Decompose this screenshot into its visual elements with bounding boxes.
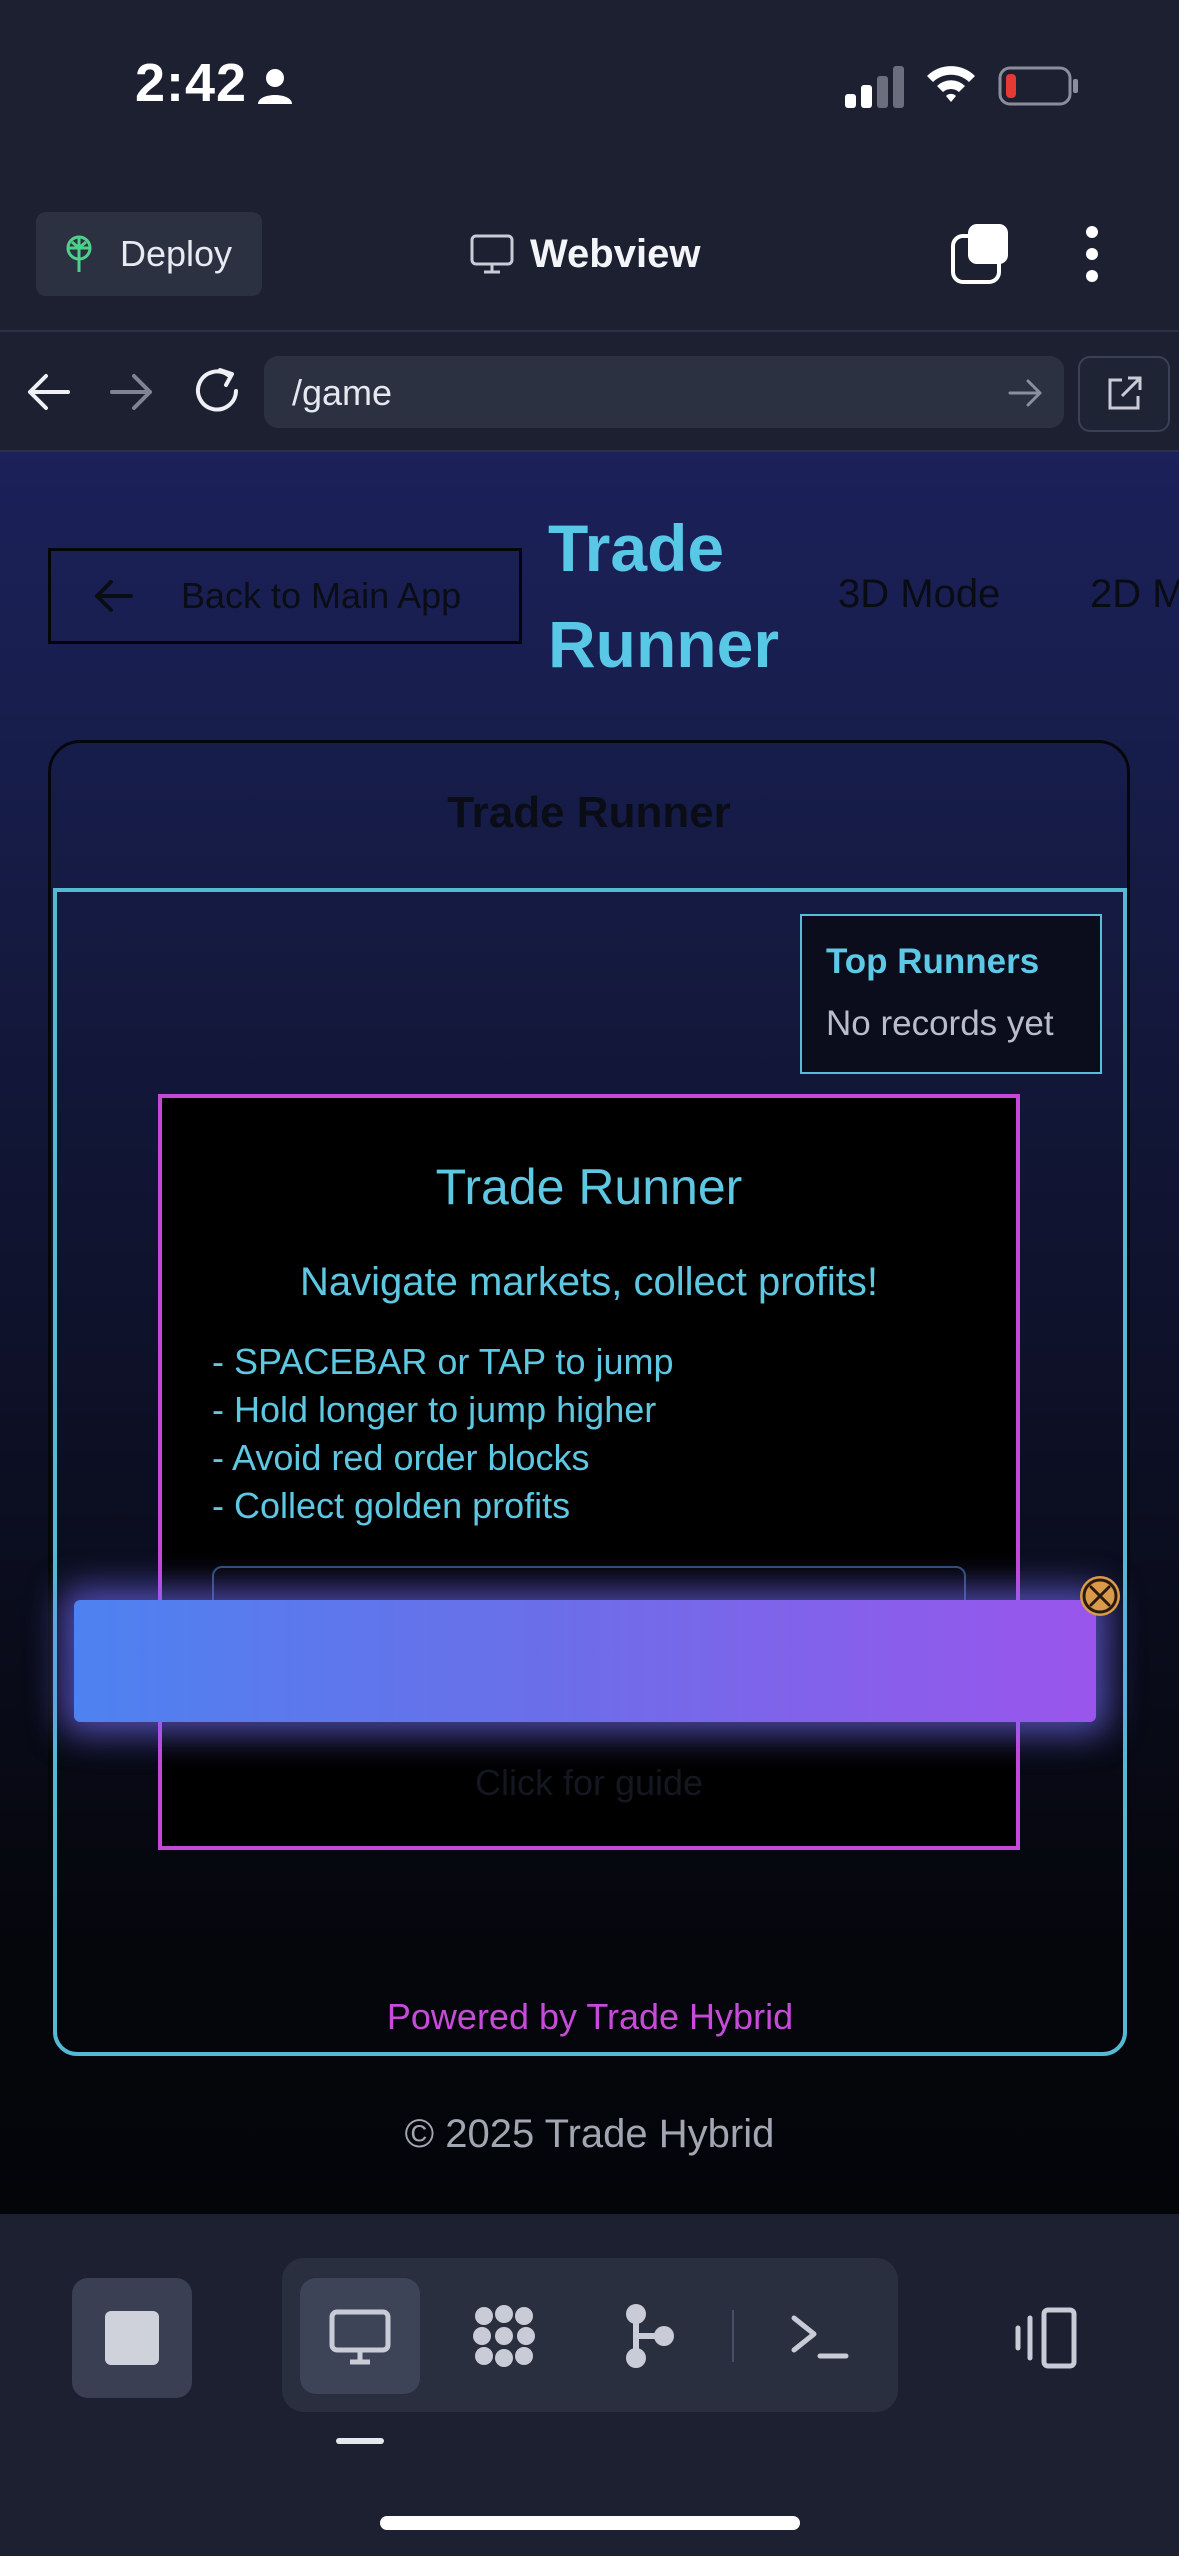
back-arrow-icon (95, 580, 133, 612)
powered-by: Powered by Trade Hybrid (386, 1996, 794, 2037)
go-arrow-icon[interactable] (1006, 376, 1046, 410)
instruction-item: - SPACEBAR or TAP to jump (212, 1341, 674, 1382)
tab-3d-mode[interactable]: 3D Mode (838, 572, 1000, 617)
banner-close-button[interactable] (1080, 1576, 1120, 1616)
wifi-icon (927, 66, 975, 102)
open-external-button[interactable] (1078, 356, 1170, 432)
external-link-icon (1108, 376, 1142, 410)
glow-banner[interactable] (74, 1600, 1096, 1722)
person-icon (258, 69, 292, 104)
status-time: 2:42 (135, 53, 248, 113)
leaderboard-panel (800, 914, 1102, 1074)
url-text[interactable]: /game (292, 372, 392, 414)
instruction-item: - Avoid red order blocks (212, 1437, 590, 1478)
terminal-icon[interactable] (784, 2300, 856, 2372)
leaderboard-empty: No records yet (826, 1004, 1054, 1043)
start-panel-title: Trade Runner (435, 1159, 743, 1215)
tab-2d-mode[interactable]: 2D M (1090, 572, 1179, 617)
reload-icon[interactable] (190, 364, 244, 418)
deploy-button[interactable]: Deploy (36, 212, 262, 296)
monitor-icon (470, 234, 514, 274)
tabs-icon[interactable] (950, 222, 1010, 284)
more-vertical-icon[interactable] (1082, 224, 1102, 284)
back-to-main-button[interactable]: Back to Main App (48, 548, 522, 644)
git-branch-icon[interactable] (612, 2300, 684, 2372)
home-indicator (380, 2516, 800, 2530)
dots-grid-icon[interactable] (468, 2300, 540, 2372)
page-title: Trade Runner (548, 511, 779, 681)
card-title: Trade Runner (447, 788, 731, 837)
active-tab-indicator (336, 2438, 384, 2444)
stop-button[interactable] (72, 2278, 192, 2398)
instruction-item: - Hold longer to jump higher (212, 1389, 657, 1430)
monitor-icon[interactable] (324, 2300, 396, 2372)
signal-icon (845, 66, 904, 108)
webview-tab-title[interactable]: Webview (470, 222, 700, 286)
toolbar-divider (732, 2310, 734, 2362)
battery-low-icon (998, 66, 1078, 106)
instructions-list: - SPACEBAR or TAP to jump - Hold longer … (212, 1338, 674, 1530)
webview-title-label: Webview (530, 231, 701, 276)
leaderboard-title: Top Runners (826, 942, 1040, 981)
close-icon (1082, 1578, 1118, 1614)
copyright: © 2025 Trade Hybrid (404, 2112, 775, 2156)
start-panel-subtitle: Navigate markets, collect profits! (300, 1260, 878, 1304)
forward-arrow-icon[interactable] (108, 370, 156, 414)
stop-icon (105, 2311, 159, 2365)
side-panel-icon[interactable] (1010, 2302, 1082, 2374)
guide-link[interactable]: Click for guide (158, 1762, 1020, 1804)
back-to-main-label: Back to Main App (181, 575, 462, 616)
instruction-item: - Collect golden profits (212, 1485, 571, 1526)
deploy-icon (66, 235, 92, 272)
back-arrow-icon[interactable] (24, 370, 72, 414)
deploy-label: Deploy (120, 233, 233, 274)
